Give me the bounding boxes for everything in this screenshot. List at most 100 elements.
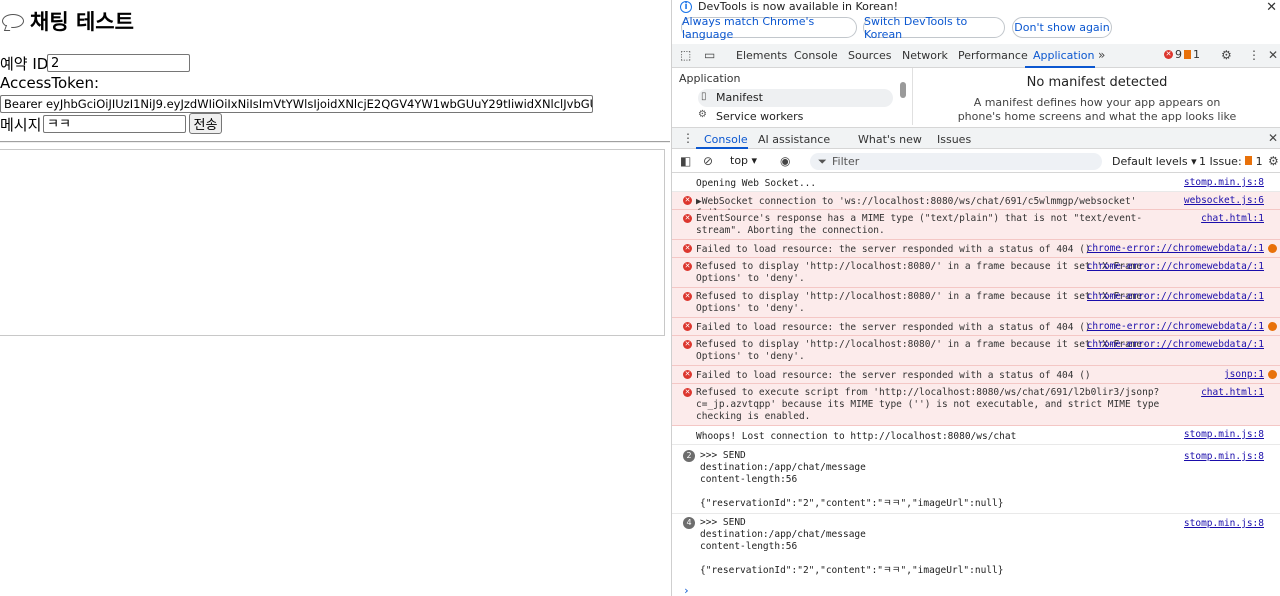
drawer-tab-whats-new[interactable]: What's new (858, 133, 922, 146)
page-title-text: 채팅 테스트 (30, 10, 134, 34)
error-icon: ✕ (683, 196, 692, 205)
log-source-link[interactable]: stomp.min.js:8 (1184, 451, 1264, 462)
reservation-id-input[interactable]: 2 (47, 54, 190, 72)
error-icon: ✕ (683, 370, 692, 379)
log-source-link[interactable]: chrome-error://chromewebdata/:1 (1087, 243, 1264, 254)
close-icon[interactable]: ✕ (1266, 0, 1277, 15)
log-entry-error[interactable]: ✕ Failed to load resource: the server re… (672, 366, 1280, 384)
log-entry-error[interactable]: ✕ Failed to load resource: the server re… (672, 318, 1280, 336)
info-icon: i (680, 1, 692, 13)
log-source-link[interactable]: stomp.min.js:8 (1184, 177, 1264, 188)
access-token-input[interactable]: Bearer eyJhbGciOiJIUzI1NiJ9.eyJzdWIiOiIx… (0, 95, 593, 113)
log-source-link[interactable]: jsonp:1 (1224, 369, 1264, 380)
active-tab-indicator (696, 147, 748, 149)
tab-sources[interactable]: Sources (848, 49, 892, 62)
log-entry-error[interactable]: ✕ ▶WebSocket connection to 'ws://localho… (672, 192, 1280, 219)
horizontal-rule (0, 141, 670, 143)
more-tabs-icon[interactable]: » (1098, 48, 1105, 62)
tab-application[interactable]: Application (1033, 49, 1094, 62)
issues-counter[interactable]: 1 Issue: 1 (1199, 155, 1263, 168)
eye-icon[interactable]: ◉ (780, 154, 790, 168)
manifest-heading: No manifest detected (1026, 75, 1168, 90)
issues-label: 1 Issue: (1199, 155, 1242, 168)
close-devtools-icon[interactable]: ✕ (1268, 48, 1278, 62)
clear-console-icon[interactable]: ⊘ (703, 154, 713, 168)
drawer-tab-console[interactable]: Console (704, 133, 748, 146)
sidebar-item-service-workers[interactable]: Service workers (698, 108, 893, 125)
log-entry-error[interactable]: ✕ Failed to load resource: the server re… (672, 240, 1280, 258)
log-entry-error[interactable]: ✕ Refused to display 'http://localhost:8… (672, 258, 1280, 288)
log-entry-error[interactable]: ✕ EventSource's response has a MIME type… (672, 210, 1280, 240)
log-entry[interactable]: Whoops! Lost connection to http://localh… (672, 426, 1280, 445)
switch-to-korean-button[interactable]: Switch DevTools to Korean (863, 15, 1005, 41)
context-select[interactable]: top ▾ (730, 154, 757, 167)
language-notice-text: DevTools is now available in Korean! (698, 0, 899, 13)
console-filter-input[interactable]: ⏷ Filter (810, 153, 1102, 170)
close-drawer-icon[interactable]: ✕ (1268, 131, 1278, 145)
warning-flag-icon (1245, 156, 1253, 165)
error-icon: ✕ (683, 388, 692, 397)
kebab-menu-icon[interactable]: ⋮ (1248, 48, 1260, 62)
sidebar-item-label: Manifest (716, 91, 763, 104)
warning-count: 1 (1193, 48, 1200, 61)
error-counter[interactable]: ✕ 9 1 (1164, 48, 1200, 61)
inspect-element-icon[interactable]: ⬚ (680, 48, 691, 62)
tab-elements[interactable]: Elements (736, 49, 787, 62)
issues-count: 1 (1255, 155, 1263, 168)
log-levels-value: Default levels (1112, 155, 1188, 168)
gear-icon[interactable]: ⚙ (1221, 48, 1232, 62)
log-entry-group[interactable]: 4 >>> SEND destination:/app/chat/message… (672, 515, 1280, 581)
reservation-id-label: 예약 ID: (0, 55, 54, 73)
log-entry[interactable]: Opening Web Socket... stomp.min.js:8 (672, 174, 1280, 192)
document-icon: ▯ (701, 91, 707, 102)
tab-console[interactable]: Console (794, 49, 838, 62)
application-sidebar: Application Manifest Service workers ▯ ⚙ (672, 68, 908, 125)
log-source-link[interactable]: chat.html:1 (1201, 387, 1264, 398)
sidebar-scrollbar[interactable] (900, 70, 906, 124)
error-icon: ✕ (683, 340, 692, 349)
drawer-tab-issues[interactable]: Issues (937, 133, 971, 146)
page-title: 채팅 테스트 (0, 8, 134, 34)
gear-icon: ⚙ (698, 109, 707, 120)
device-toolbar-icon[interactable]: ▭ (704, 48, 715, 62)
log-source-link[interactable]: stomp.min.js:8 (1184, 518, 1264, 529)
error-icon: ✕ (683, 292, 692, 301)
log-source-link[interactable]: chrome-error://chromewebdata/:1 (1087, 339, 1264, 350)
kebab-menu-icon[interactable]: ⋮ (682, 131, 694, 145)
tab-performance[interactable]: Performance (958, 49, 1028, 62)
log-source-link[interactable]: chrome-error://chromewebdata/:1 (1087, 261, 1264, 272)
always-match-language-button[interactable]: Always match Chrome's language (681, 15, 857, 41)
console-prompt-caret[interactable]: › (683, 584, 690, 596)
log-source-link[interactable]: chrome-error://chromewebdata/:1 (1087, 291, 1264, 302)
error-count: 9 (1175, 48, 1182, 61)
log-source-link[interactable]: chat.html:1 (1201, 213, 1264, 224)
sidebar-item-manifest[interactable]: Manifest (698, 89, 893, 107)
error-icon: ✕ (1164, 50, 1173, 59)
message-input[interactable]: ㅋㅋ (43, 115, 186, 133)
tab-network[interactable]: Network (902, 49, 948, 62)
log-source-link[interactable]: chrome-error://chromewebdata/:1 (1087, 321, 1264, 332)
log-entry-group[interactable]: 2 >>> SEND destination:/app/chat/message… (672, 448, 1280, 514)
filter-icon: ⏷ (818, 155, 827, 168)
log-entry-error[interactable]: ✕ Refused to execute script from 'http:/… (672, 384, 1280, 426)
chat-messages-area[interactable] (0, 149, 665, 336)
context-value: top (730, 154, 749, 167)
drawer-tab-ai-assistance[interactable]: AI assistance (758, 133, 830, 146)
network-icon (1268, 322, 1277, 331)
dont-show-again-button[interactable]: Don't show again (1012, 17, 1112, 38)
log-message: Whoops! Lost connection to http://localh… (696, 431, 1017, 442)
log-entry-error[interactable]: ✕ Refused to display 'http://localhost:8… (672, 336, 1280, 366)
log-source-link[interactable]: stomp.min.js:8 (1184, 429, 1264, 440)
log-source-link[interactable]: websocket.js:6 (1184, 195, 1264, 206)
log-levels-select[interactable]: Default levels ▾ (1112, 155, 1197, 168)
repeat-count-badge: 2 (683, 450, 695, 462)
filter-placeholder: Filter (832, 155, 860, 168)
sidebar-toggle-icon[interactable]: ◧ (680, 154, 691, 168)
devtools-tabbar: ⬚ ▭ Elements Console Sources Network Per… (672, 44, 1280, 68)
scrollbar-thumb[interactable] (900, 82, 906, 98)
log-entry-error[interactable]: ✕ Refused to display 'http://localhost:8… (672, 288, 1280, 318)
send-button[interactable]: 전송 (189, 113, 222, 134)
access-token-label: AccessToken: (0, 74, 100, 92)
gear-icon[interactable]: ⚙ (1268, 154, 1279, 168)
log-message: Failed to load resource: the server resp… (696, 370, 1091, 381)
